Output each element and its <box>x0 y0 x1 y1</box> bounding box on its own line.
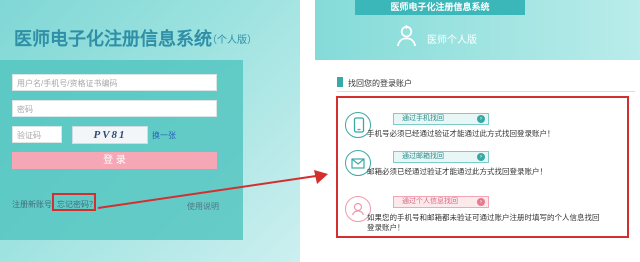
email-method-desc: 邮箱必须已经通过验证才能通过此方式找回登录账户！ <box>367 167 547 176</box>
recovery-subtitle: 医师个人版 <box>427 35 477 46</box>
go-arrow-icon: › <box>477 115 485 123</box>
section-marker <box>337 77 343 87</box>
system-subtitle: （个人版） <box>207 35 257 46</box>
phone-method-desc: 手机号必须已经通过验证才能通过此方式找回登录账户！ <box>367 129 555 138</box>
recovery-title: 医师电子化注册信息系统 <box>355 0 525 15</box>
go-arrow-icon: › <box>477 153 485 161</box>
login-page-panel: 医师电子化注册信息系统 （个人版） 用户名/手机号/资格证书编码 密码 验证码 … <box>0 0 300 262</box>
captcha-input[interactable]: 验证码 <box>12 126 62 143</box>
doctor-icon <box>397 24 416 47</box>
recover-by-phone-button[interactable]: 通过手机找回 › <box>393 113 489 125</box>
recover-by-info-button[interactable]: 通过个人信息找回 › <box>393 196 489 208</box>
username-input[interactable]: 用户名/手机号/资格证书编码 <box>12 74 217 91</box>
recover-by-email-label: 通过邮箱找回 <box>402 153 444 160</box>
recover-by-phone-label: 通过手机找回 <box>402 115 444 122</box>
captcha-image[interactable]: PV81 <box>72 126 148 144</box>
recover-by-info-label: 通过个人信息找回 <box>402 198 458 205</box>
section-divider <box>337 91 635 92</box>
system-title: 医师电子化注册信息系统 <box>14 29 212 49</box>
register-link[interactable]: 注册新账号 <box>12 199 52 210</box>
login-button[interactable]: 登 录 <box>12 152 217 169</box>
info-method-desc-line2: 登录账户！ <box>367 223 405 232</box>
section-title: 找回您的登录账户 <box>348 79 412 88</box>
recover-by-email-button[interactable]: 通过邮箱找回 › <box>393 151 489 163</box>
forgot-highlight-box <box>52 193 96 211</box>
red-arrow-icon <box>97 170 328 209</box>
password-input[interactable]: 密码 <box>12 100 217 117</box>
go-arrow-icon: › <box>477 198 485 206</box>
refresh-captcha-link[interactable]: 换一张 <box>152 130 176 141</box>
